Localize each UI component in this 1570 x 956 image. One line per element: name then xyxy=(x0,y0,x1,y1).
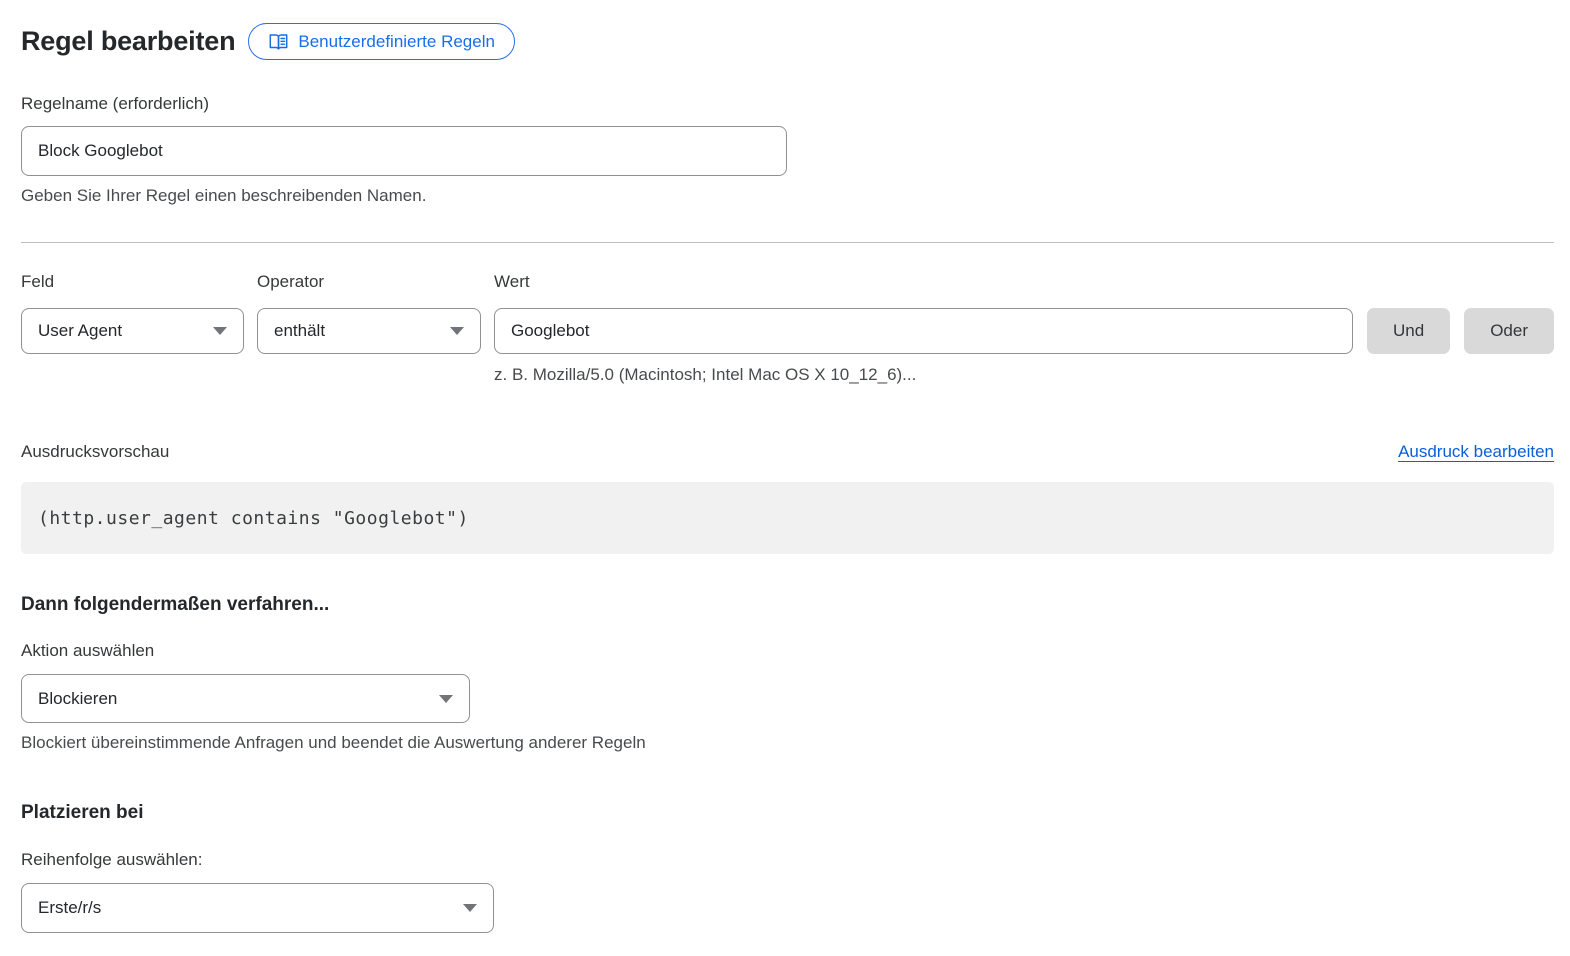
expression-preview-label: Ausdrucksvorschau xyxy=(21,442,169,462)
logic-buttons-column: Und Oder xyxy=(1367,272,1554,385)
logic-buttons: Und Oder xyxy=(1367,308,1554,354)
placement-label: Reihenfolge auswählen: xyxy=(21,850,1554,870)
field-select-value: User Agent xyxy=(38,321,122,341)
field-select[interactable]: User Agent xyxy=(21,308,244,354)
order-select[interactable]: Erste/r/s xyxy=(21,883,494,933)
chevron-down-icon xyxy=(450,327,464,335)
operator-column: Operator enthält xyxy=(257,272,481,385)
chevron-down-icon xyxy=(439,695,453,703)
order-select-value: Erste/r/s xyxy=(38,898,101,918)
action-select[interactable]: Blockieren xyxy=(21,674,470,723)
condition-row: Feld User Agent Operator enthält Wert z.… xyxy=(21,272,1554,385)
operator-select-value: enthält xyxy=(274,321,325,341)
field-label: Feld xyxy=(21,272,244,292)
header: Regel bearbeiten Benutzerdefinierte Rege… xyxy=(21,23,1554,60)
operator-label: Operator xyxy=(257,272,481,292)
expression-header-row: Ausdrucksvorschau Ausdruck bearbeiten xyxy=(21,442,1554,462)
chevron-down-icon xyxy=(463,904,477,912)
logic-spacer xyxy=(1367,272,1554,308)
open-book-icon xyxy=(268,32,289,51)
action-section-heading: Dann folgendermaßen verfahren... xyxy=(21,594,1554,616)
action-help: Blockiert übereinstimmende Anfragen und … xyxy=(21,733,1554,753)
expression-preview-box: (http.user_agent contains "Googlebot") xyxy=(21,482,1554,554)
rule-name-input[interactable] xyxy=(21,126,787,176)
chevron-down-icon xyxy=(213,327,227,335)
value-help: z. B. Mozilla/5.0 (Macintosh; Intel Mac … xyxy=(494,365,1353,385)
value-label: Wert xyxy=(494,272,1353,292)
value-input[interactable] xyxy=(494,308,1353,354)
rule-name-help: Geben Sie Ihrer Regel einen beschreibend… xyxy=(21,186,1554,206)
rule-name-field-wrap xyxy=(21,126,787,176)
page-title: Regel bearbeiten xyxy=(21,26,235,57)
rule-name-label: Regelname (erforderlich) xyxy=(21,94,1554,114)
placement-section-heading: Platzieren bei xyxy=(21,802,1554,824)
edit-expression-link[interactable]: Ausdruck bearbeiten xyxy=(1398,442,1554,462)
action-label: Aktion auswählen xyxy=(21,641,1554,661)
value-column: Wert z. B. Mozilla/5.0 (Macintosh; Intel… xyxy=(494,272,1353,385)
docs-button-label: Benutzerdefinierte Regeln xyxy=(298,32,495,52)
and-button[interactable]: Und xyxy=(1367,308,1450,354)
field-column: Feld User Agent xyxy=(21,272,244,385)
section-divider xyxy=(21,242,1554,243)
rule-editor-page: Regel bearbeiten Benutzerdefinierte Rege… xyxy=(0,0,1570,933)
custom-rules-docs-button[interactable]: Benutzerdefinierte Regeln xyxy=(248,23,515,60)
operator-select[interactable]: enthält xyxy=(257,308,481,354)
or-button[interactable]: Oder xyxy=(1464,308,1554,354)
action-select-value: Blockieren xyxy=(38,689,117,709)
expression-code: (http.user_agent contains "Googlebot") xyxy=(38,508,469,529)
